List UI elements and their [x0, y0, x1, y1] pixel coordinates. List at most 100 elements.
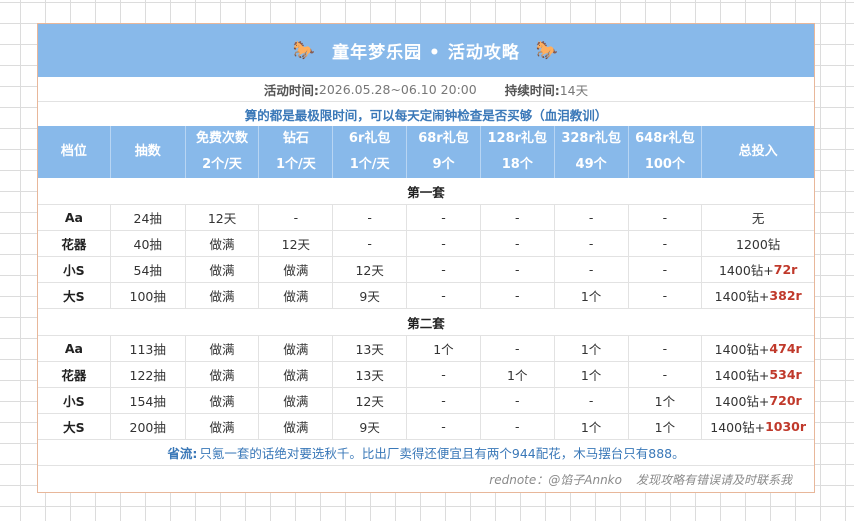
table-cell: - — [629, 231, 703, 256]
header-sublabel: 18个 — [501, 157, 533, 172]
total-value: 1200钻 — [736, 237, 781, 252]
duration-value: 14天 — [559, 82, 589, 98]
table-cell: 做满 — [259, 257, 334, 282]
table-cell: 1个 — [407, 336, 481, 361]
table-cell: 做满 — [186, 336, 260, 361]
table-cell: 做满 — [186, 257, 260, 282]
header-cell: 6r礼包 1个/天 — [333, 126, 408, 178]
tier-cell: 小S — [38, 388, 111, 413]
event-time-label: 活动时间: — [263, 82, 319, 98]
credit-source: rednote：@馅子Annko — [489, 472, 622, 487]
table-cell: - — [407, 414, 481, 439]
table-cell: 1个 — [481, 362, 555, 387]
summary-note: 省流: 只氪一套的话绝对要选秋千。比出厂卖得还便宜且有两个944配花，木马摆台只… — [38, 440, 814, 466]
table-cell: 9天 — [333, 414, 408, 439]
table-row: 花器 40抽 做满 12天 - - - - -1200钻 — [38, 231, 814, 257]
table-cell: - — [555, 231, 629, 256]
table-cell: 做满 — [259, 283, 334, 308]
table-row: Aa 113抽 做满 做满 13天 1个 -1个 -1400钻+ 474r — [38, 336, 814, 362]
table-cell: - — [407, 205, 481, 230]
header-cell: 68r礼包 9个 — [407, 126, 481, 178]
table-cell: 122抽 — [111, 362, 186, 387]
total-cell: 1400钻+ 720r — [702, 388, 814, 413]
tier-cell: 大S — [38, 414, 111, 439]
table-cell: - — [259, 205, 334, 230]
table-cell: - — [407, 257, 481, 282]
tier-cell: 大S — [38, 283, 111, 308]
table-cell: 154抽 — [111, 388, 186, 413]
table-cell: 做满 — [259, 336, 334, 361]
header-label: 128r礼包 — [487, 131, 548, 146]
total-extra: 720r — [769, 393, 802, 408]
table-cell: 做满 — [186, 414, 260, 439]
total-value: 1400钻+ — [714, 394, 770, 409]
header-sublabel: 2个/天 — [202, 157, 242, 172]
table-cell: 做满 — [186, 283, 260, 308]
table-cell: 1个 — [555, 414, 629, 439]
credit-line: rednote：@馅子Annko 发现攻略有错误请及时联系我 — [38, 466, 814, 492]
table-cell: - — [481, 205, 555, 230]
header-label: 免费次数 — [196, 131, 249, 146]
horse-icon: 🐎 — [535, 40, 560, 61]
header-label: 钻石 — [282, 131, 309, 146]
table-cell: - — [333, 205, 408, 230]
total-extra: 382r — [769, 288, 802, 303]
tier-cell: Aa — [38, 205, 111, 230]
duration-label: 持续时间: — [504, 82, 560, 98]
table-cell: - — [629, 336, 703, 361]
summary-text: 只氪一套的话绝对要选秋千。比出厂卖得还便宜且有两个944配花，木马摆台只有888… — [199, 446, 685, 461]
table-cell: 1个 — [629, 414, 703, 439]
total-value: 1400钻+ — [714, 342, 770, 357]
strategy-sheet: 🐎 童年梦乐园 • 活动攻略 🐎 活动时间: 2026.05.28~06.10 … — [37, 23, 815, 493]
page-title: 童年梦乐园 • 活动攻略 — [332, 43, 520, 63]
header-sublabel: 9个 — [432, 157, 455, 172]
table-cell: - — [333, 231, 408, 256]
header-label: 抽数 — [134, 144, 161, 159]
table-cell: 做满 — [186, 231, 260, 256]
table-cell: - — [481, 336, 555, 361]
table-cell: 13天 — [333, 336, 408, 361]
header-cell: 648r礼包 100个 — [629, 126, 703, 178]
total-value: 1400钻+ — [710, 420, 766, 435]
total-cell: 无 — [702, 205, 814, 230]
table-cell: 9天 — [333, 283, 408, 308]
table-cell: 12天 — [333, 388, 408, 413]
table-cell: 12天 — [259, 231, 334, 256]
table-row: 大S 100抽 做满 做满 9天 - -1个 -1400钻+ 382r — [38, 283, 814, 309]
table-cell: 1个 — [555, 336, 629, 361]
total-value: 无 — [751, 211, 765, 226]
tier-cell: Aa — [38, 336, 111, 361]
header-cell: 钻石 1个/天 — [259, 126, 334, 178]
table-cell: 200抽 — [111, 414, 186, 439]
table-cell: - — [407, 362, 481, 387]
title-bar: 🐎 童年梦乐园 • 活动攻略 🐎 — [38, 24, 814, 77]
header-sublabel: 1个/天 — [275, 157, 316, 172]
table-cell: 40抽 — [111, 231, 186, 256]
total-extra: 72r — [773, 262, 798, 277]
total-extra: 474r — [769, 341, 802, 356]
horse-icon: 🐎 — [292, 40, 317, 61]
table-cell: 做满 — [259, 414, 334, 439]
table-row: 大S 200抽 做满 做满 9天 - -1个 1个 1400钻+ 1030r — [38, 414, 814, 440]
total-cell: 1400钻+ 1030r — [702, 414, 814, 439]
table-row: 小S 54抽 做满 做满 12天 - - - -1400钻+ 72r — [38, 257, 814, 283]
table-cell: - — [481, 283, 555, 308]
table-cell: - — [555, 205, 629, 230]
total-cell: 1400钻+ 72r — [702, 257, 814, 282]
warning-text: 算的都是最极限时间，可以每天定闹钟检查是否买够（血泪教训） — [244, 107, 608, 123]
table-row: 小S 154抽 做满 做满 12天 - - -1个 1400钻+ 720r — [38, 388, 814, 414]
event-info: 活动时间: 2026.05.28~06.10 20:00 持续时间: 14天 — [38, 77, 814, 102]
table-cell: - — [629, 257, 703, 282]
total-value: 1400钻+ — [714, 289, 770, 304]
header-label: 68r礼包 — [418, 131, 469, 146]
total-cell: 1400钻+ 534r — [702, 362, 814, 387]
header-sublabel: 49个 — [575, 157, 607, 172]
table-cell: - — [629, 283, 703, 308]
tier-cell: 花器 — [38, 231, 111, 256]
table-cell: 1个 — [629, 388, 703, 413]
total-cell: 1200钻 — [702, 231, 814, 256]
section-title: 第一套 — [38, 178, 814, 205]
table-cell: 100抽 — [111, 283, 186, 308]
table-cell: - — [481, 414, 555, 439]
header-sublabel: 100个 — [644, 157, 685, 172]
